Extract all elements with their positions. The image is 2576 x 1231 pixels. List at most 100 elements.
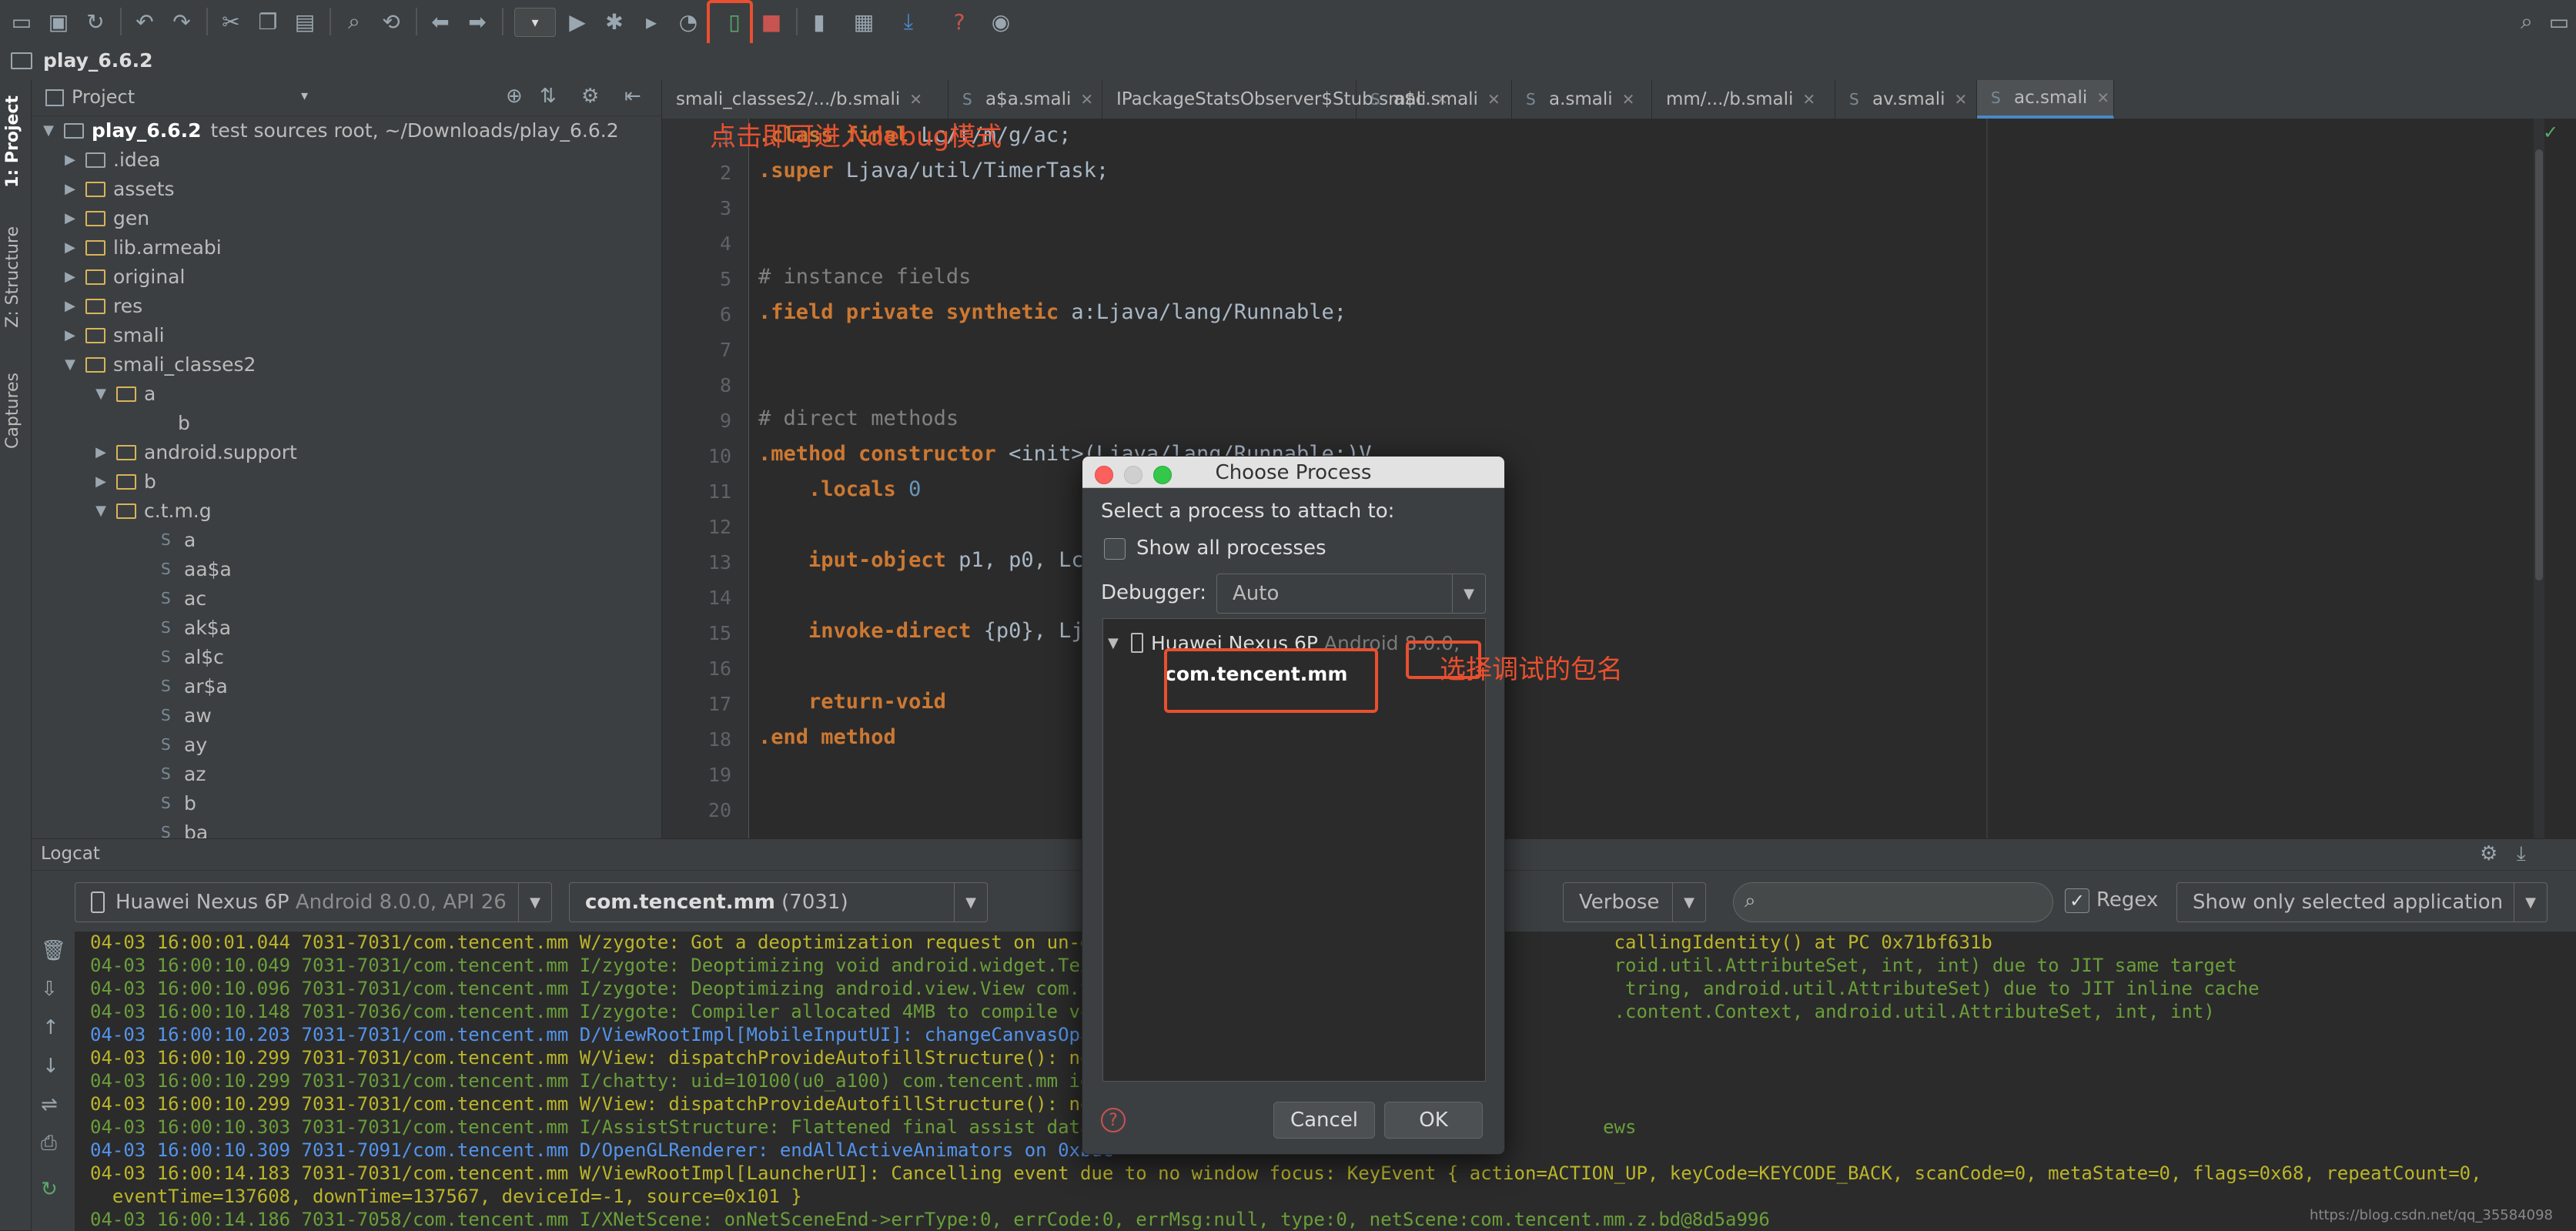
regex-checkbox[interactable]: ✓ <box>2065 888 2089 913</box>
editor-tab[interactable]: IPackageStatsObserver$Stub.smali ✕ <box>1102 80 1448 119</box>
tree-item[interactable]: Sar$a <box>32 671 661 701</box>
tree-item[interactable]: ▶ res <box>32 291 661 320</box>
tree-item[interactable]: Say <box>32 730 661 759</box>
search-field[interactable] <box>1772 888 2037 917</box>
tree-root[interactable]: ▼ play_6.6.2 test sources root, ~/Downlo… <box>32 115 661 145</box>
print-icon[interactable]: ⎙ <box>41 1132 57 1156</box>
tree-item[interactable]: Saw <box>32 701 661 730</box>
hide-icon[interactable]: ⇤ <box>624 85 641 108</box>
sdk-manager-icon[interactable]: ▮ <box>804 6 835 37</box>
tree-item[interactable]: b <box>32 408 661 437</box>
tree-item[interactable]: ▶ gen <box>32 203 661 232</box>
tree-item[interactable]: Sak$a <box>32 613 661 642</box>
open-icon[interactable]: ▭ <box>6 6 37 37</box>
show-all-checkbox[interactable] <box>1104 538 1126 560</box>
scroll-to-end-icon[interactable]: ⇩ <box>41 978 58 1001</box>
tree-item[interactable]: ▶ lib.armeabi <box>32 232 661 262</box>
tree-item[interactable]: Sb <box>32 788 661 818</box>
run-config-dropdown[interactable]: ▾ <box>514 8 556 37</box>
editor-scrollbar[interactable] <box>2534 119 2544 838</box>
tree-item[interactable]: ▶ .idea <box>32 145 661 174</box>
coverage-icon[interactable]: ◔ <box>673 6 704 37</box>
editor-tab[interactable]: Sa$c.smali ✕ <box>1357 80 1512 119</box>
stop-icon[interactable]: ■ <box>756 6 787 37</box>
view-dropdown-icon[interactable]: ▾ <box>301 88 308 104</box>
close-icon[interactable]: ✕ <box>1080 90 1093 109</box>
up-icon[interactable]: ↑ <box>42 1016 59 1039</box>
cut-icon[interactable]: ✂ <box>216 6 246 37</box>
gear-icon[interactable]: ⚙ <box>2480 842 2497 865</box>
search-everywhere-icon[interactable]: ⌕ <box>2511 6 2542 37</box>
down-icon[interactable]: ↓ <box>42 1055 59 1078</box>
editor-tab[interactable]: Sav.smali ✕ <box>1835 80 1977 119</box>
tree-item[interactable]: ▼ a <box>32 379 661 408</box>
device-selector[interactable]: Huawei Nexus 6P Android 8.0.0, API 26 ▼ <box>75 882 552 922</box>
tree-item[interactable]: ▶ b <box>32 467 661 496</box>
close-icon[interactable]: ✕ <box>1487 90 1500 109</box>
tree-item[interactable]: Sa <box>32 525 661 554</box>
gear-icon[interactable]: ⚙ <box>581 85 599 108</box>
close-icon[interactable]: ✕ <box>1955 90 1968 109</box>
restart-icon[interactable]: ↻ <box>41 1178 58 1201</box>
soft-wrap-icon[interactable]: ⇌ <box>41 1093 58 1116</box>
layout-inspector-icon[interactable]: ◉ <box>985 6 1016 37</box>
editor-tab[interactable]: smali_classes2/.../b.smali ✕ <box>662 80 948 119</box>
clear-logcat-icon[interactable]: 🗑 <box>41 939 66 962</box>
tab-structure[interactable]: Z: Structure <box>3 226 22 328</box>
back-icon[interactable]: ⬅ <box>425 6 456 37</box>
tree-item[interactable]: ▶ android.support <box>32 437 661 467</box>
find-icon[interactable]: ⌕ <box>339 6 370 37</box>
tab-captures[interactable]: Captures <box>3 373 22 449</box>
save-icon[interactable]: ▣ <box>43 6 74 37</box>
forward-icon[interactable]: ➡ <box>462 6 493 37</box>
code-editor[interactable]: ✓ .class final Lc/t/m/g/ac; .super Ljava… <box>749 119 2576 838</box>
tree-item[interactable]: Sal$c <box>32 642 661 671</box>
tree-item[interactable]: Sba <box>32 818 661 839</box>
tree-item[interactable]: ▶ assets <box>32 174 661 203</box>
avd-manager-icon[interactable]: ▦ <box>848 6 879 37</box>
help-icon[interactable]: ? <box>944 6 975 37</box>
apk-analyzer-icon[interactable]: ⤓ <box>893 6 924 37</box>
editor-tab-active[interactable]: Sac.smali ✕ <box>1977 80 2114 119</box>
debugger-selector[interactable]: Auto ▼ <box>1216 574 1486 614</box>
tab-project[interactable]: 1: Project <box>3 95 22 188</box>
tree-item[interactable]: ▼ c.t.m.g <box>32 496 661 525</box>
window-icon[interactable]: ▭ <box>2544 6 2574 37</box>
collapse-all-icon[interactable]: ⇅ <box>540 85 557 108</box>
paste-icon[interactable]: ▤ <box>289 6 320 37</box>
replace-icon[interactable]: ⟲ <box>376 6 406 37</box>
debug-hint-annotation: 点击即可进入debug模式 <box>710 122 1002 152</box>
editor-tab[interactable]: Sa$a.smali ✕ <box>948 80 1102 119</box>
debug-icon[interactable]: ✱ <box>599 6 630 37</box>
close-icon[interactable]: ✕ <box>2096 89 2109 107</box>
editor-tab[interactable]: Sa.smali ✕ <box>1512 80 1652 119</box>
profile-icon[interactable]: ▸ <box>636 6 667 37</box>
breadcrumb[interactable]: play_6.6.2 <box>43 49 153 72</box>
phone-icon <box>1131 633 1143 653</box>
close-icon[interactable]: ✕ <box>909 90 922 109</box>
logcat-search-input[interactable]: ⌕ <box>1733 882 2053 922</box>
hide-panel-icon[interactable]: ⤓ <box>2517 842 2526 866</box>
tree-item[interactable]: Saa$a <box>32 554 661 584</box>
process-selector[interactable]: com.tencent.mm (7031) ▼ <box>569 882 988 922</box>
log-level-selector[interactable]: Verbose ▼ <box>1563 882 1706 922</box>
project-view-title[interactable]: Project <box>72 86 135 108</box>
close-icon[interactable]: ✕ <box>1622 90 1635 109</box>
run-icon[interactable]: ▶ <box>562 6 593 37</box>
redo-icon[interactable]: ↷ <box>166 6 197 37</box>
tree-item[interactable]: ▼ smali_classes2 <box>32 350 661 379</box>
editor-tab[interactable]: mm/.../b.smali ✕ <box>1652 80 1835 119</box>
close-icon[interactable]: ✕ <box>1802 90 1815 109</box>
ok-button[interactable]: OK <box>1384 1102 1483 1139</box>
sync-icon[interactable]: ↻ <box>80 6 111 37</box>
tree-item[interactable]: ▶ smali <box>32 320 661 350</box>
tree-item[interactable]: Saz <box>32 759 661 788</box>
undo-icon[interactable]: ↶ <box>129 6 160 37</box>
tree-item[interactable]: Sac <box>32 584 661 613</box>
tree-item[interactable]: ▶ original <box>32 262 661 291</box>
filter-selector[interactable]: Show only selected application ▼ <box>2176 882 2548 922</box>
cancel-button[interactable]: Cancel <box>1273 1102 1375 1139</box>
copy-icon[interactable]: ❐ <box>253 6 283 37</box>
scroll-from-source-icon[interactable]: ⊕ <box>506 85 523 108</box>
help-icon[interactable]: ? <box>1101 1108 1126 1132</box>
